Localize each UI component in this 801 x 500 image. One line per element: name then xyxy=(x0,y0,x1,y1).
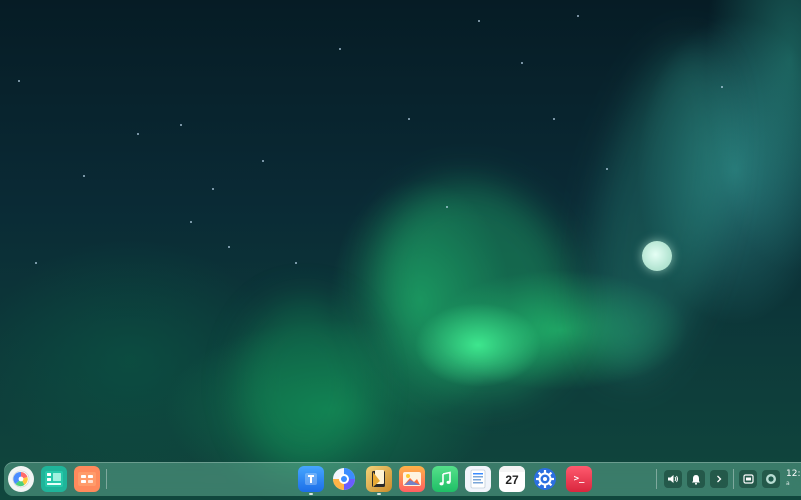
chevron-right-icon[interactable] xyxy=(710,470,728,488)
star xyxy=(83,175,85,177)
star xyxy=(35,262,37,264)
star xyxy=(339,48,341,50)
desktop[interactable]: 27 >_ 12: a xyxy=(0,0,801,500)
multitask-icon[interactable] xyxy=(41,466,67,492)
file-manager-icon[interactable] xyxy=(74,466,100,492)
music-icon[interactable] xyxy=(432,466,458,492)
star xyxy=(721,86,723,88)
clock-time: 12:1 xyxy=(786,469,801,479)
star xyxy=(408,118,410,120)
star xyxy=(212,188,214,190)
clock[interactable]: 12:1 a xyxy=(786,469,801,489)
window-icon[interactable] xyxy=(739,470,757,488)
volume-icon[interactable] xyxy=(664,470,682,488)
star xyxy=(446,206,448,208)
dock-divider xyxy=(106,469,107,489)
star xyxy=(190,221,192,223)
launcher-icon[interactable] xyxy=(8,466,34,492)
power-icon[interactable] xyxy=(762,470,780,488)
star xyxy=(478,20,480,22)
image-viewer-icon[interactable] xyxy=(399,466,425,492)
star xyxy=(180,124,182,126)
bell-icon[interactable] xyxy=(687,470,705,488)
running-indicator xyxy=(309,493,313,495)
star xyxy=(295,262,297,264)
star xyxy=(137,133,139,135)
dock-divider xyxy=(656,469,657,489)
terminal-prompt: >_ xyxy=(573,474,585,484)
star xyxy=(553,118,555,120)
terminal-icon[interactable]: >_ xyxy=(566,466,592,492)
clock-date: a xyxy=(786,480,790,487)
star xyxy=(577,15,579,17)
settings-gear-icon[interactable] xyxy=(532,466,558,492)
dock-divider xyxy=(733,469,734,489)
running-indicator xyxy=(377,493,381,495)
calendar-icon[interactable]: 27 xyxy=(499,466,525,492)
star xyxy=(228,246,230,248)
app-store-icon[interactable] xyxy=(298,466,324,492)
text-editor-icon[interactable] xyxy=(465,466,491,492)
star xyxy=(262,160,264,162)
star xyxy=(521,62,523,64)
star xyxy=(18,80,20,82)
star xyxy=(606,168,608,170)
document-viewer-icon[interactable] xyxy=(366,466,392,492)
browser-icon[interactable] xyxy=(331,466,357,492)
drag-cursor-orb xyxy=(642,241,672,271)
calendar-date: 27 xyxy=(505,473,519,487)
dock: 27 >_ 12: a xyxy=(4,462,801,496)
